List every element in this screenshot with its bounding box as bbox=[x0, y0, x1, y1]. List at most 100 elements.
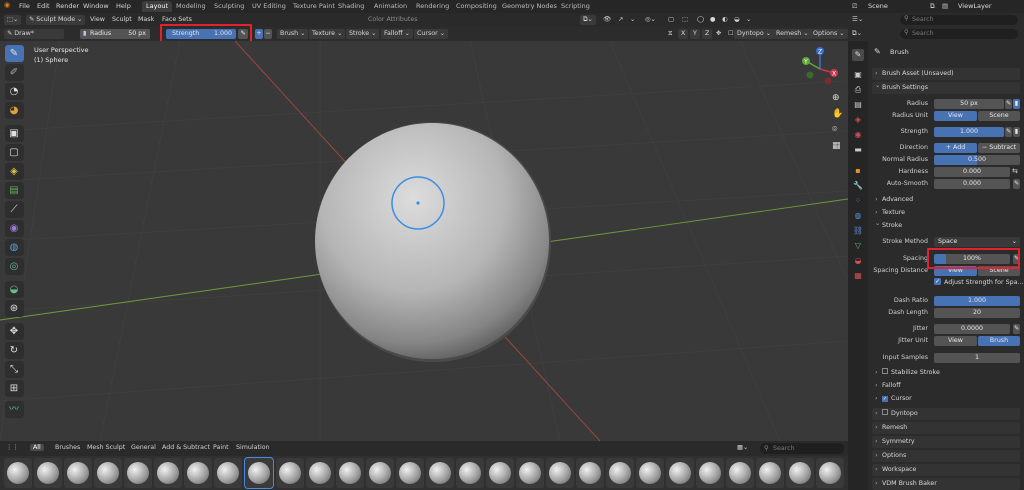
strength-link-icon[interactable]: ▮ bbox=[1013, 127, 1020, 137]
hardness-invert-icon[interactable]: ⇆ bbox=[1012, 167, 1018, 175]
radius-lock-icon[interactable]: ▮ bbox=[1013, 99, 1020, 109]
brush-thumb[interactable] bbox=[726, 458, 754, 488]
dyntopo-panel[interactable]: Dyntopo bbox=[872, 408, 1020, 420]
overlays-icon[interactable]: ◎⌄ bbox=[645, 15, 656, 25]
shelf-tab-paint[interactable]: Paint bbox=[213, 444, 229, 451]
brush-thumb[interactable] bbox=[696, 458, 724, 488]
brush-thumb[interactable] bbox=[516, 458, 544, 488]
brush-thumb[interactable] bbox=[34, 458, 62, 488]
brush-thumb[interactable] bbox=[366, 458, 394, 488]
box-mask-tool[interactable]: ▣ bbox=[5, 125, 24, 142]
scene-tab-icon[interactable]: ◈ bbox=[852, 114, 864, 126]
workspace-tab-uv-editing[interactable]: UV Editing bbox=[248, 1, 290, 12]
mask-by-color-tool[interactable]: ⊛ bbox=[5, 300, 24, 317]
brush-thumb-selected-draw[interactable] bbox=[244, 457, 274, 489]
box-trim-tool[interactable]: ▤ bbox=[5, 182, 24, 199]
cursor-menu-dropdown[interactable]: Cursor ⌄ bbox=[414, 29, 448, 39]
stabilize-stroke-panel[interactable]: Stabilize Stroke bbox=[872, 367, 1020, 379]
shelf-tab-brushes[interactable]: Brushes bbox=[55, 444, 80, 451]
constraints-tab-icon[interactable]: ⛓ bbox=[852, 225, 864, 237]
modifier-tab-icon[interactable]: 🔧 bbox=[852, 180, 864, 192]
adjust-strength-checkbox[interactable]: ✓ bbox=[934, 278, 941, 285]
dash-length-field[interactable]: 20 bbox=[934, 308, 1020, 318]
brush-asset-panel[interactable]: Brush Asset (Unsaved) bbox=[872, 68, 1020, 80]
normal-radius-field[interactable]: 0.500 bbox=[934, 155, 1020, 165]
box-hide-tool[interactable]: ▢ bbox=[5, 144, 24, 161]
symmetry-panel[interactable]: Symmetry bbox=[872, 436, 1020, 448]
brush-thumb[interactable] bbox=[576, 458, 604, 488]
symmetry-y-toggle[interactable]: Y bbox=[690, 29, 700, 39]
radius-field[interactable]: ▮ Radius 50 px bbox=[80, 29, 150, 39]
menu-edit[interactable]: Edit bbox=[37, 2, 50, 10]
pan-hand-icon[interactable]: ✋ bbox=[832, 109, 843, 119]
render-tab-icon[interactable]: ▣ bbox=[852, 69, 864, 81]
cursor-checkbox[interactable]: ✓ bbox=[882, 396, 888, 402]
workspace-tab-scripting[interactable]: Scripting bbox=[557, 1, 594, 12]
xray-toggle-icon[interactable]: ⬚ bbox=[682, 15, 688, 25]
gizmo-icon[interactable]: ↗ bbox=[618, 15, 623, 25]
options-panel[interactable]: Options bbox=[872, 450, 1020, 462]
wireframe-shading-icon[interactable]: ◯ bbox=[697, 15, 704, 25]
camera-icon[interactable]: ⌾ bbox=[832, 125, 837, 135]
shelf-tab-mesh-sculpt[interactable]: Mesh Sculpt bbox=[87, 444, 125, 451]
stroke-menu-dropdown[interactable]: Stroke ⌄ bbox=[346, 29, 380, 39]
brush-thumb[interactable] bbox=[426, 458, 454, 488]
advanced-panel[interactable]: Advanced bbox=[872, 194, 1020, 206]
brush-thumb[interactable] bbox=[816, 458, 844, 488]
color-paint-tool[interactable]: ◕ bbox=[5, 102, 24, 119]
brush-thumb[interactable] bbox=[94, 458, 122, 488]
brush-thumb[interactable] bbox=[456, 458, 484, 488]
brush-thumb[interactable] bbox=[336, 458, 364, 488]
menu-render[interactable]: Render bbox=[56, 2, 79, 10]
edit-face-set-tool[interactable]: ◒ bbox=[5, 281, 24, 298]
brush-thumb[interactable] bbox=[606, 458, 634, 488]
annotate-tool[interactable]: 〰 bbox=[5, 401, 24, 418]
vdm-brush-baker-panel[interactable]: VDM Brush Baker bbox=[872, 478, 1020, 490]
view-layer-name[interactable]: ViewLayer bbox=[958, 2, 992, 10]
workspace-tab-texture-paint[interactable]: Texture Paint bbox=[289, 1, 339, 12]
paint-tool[interactable]: ✐ bbox=[5, 64, 24, 81]
workspace-tab-compositing[interactable]: Compositing bbox=[452, 1, 501, 12]
workspace-panel[interactable]: Workspace bbox=[872, 464, 1020, 476]
workspace-tab-modeling[interactable]: Modeling bbox=[172, 1, 210, 12]
properties-search-input[interactable]: ⚲ Search bbox=[900, 29, 1018, 39]
strength-field[interactable]: 1.000 bbox=[934, 127, 1004, 137]
brush-thumb[interactable] bbox=[786, 458, 814, 488]
gizmo-dropdown[interactable]: ⌄ bbox=[630, 15, 635, 25]
radius-field[interactable]: 50 px bbox=[934, 99, 1004, 109]
subtract-direction-icon[interactable]: − bbox=[264, 29, 272, 39]
jitter-field[interactable]: 0.0000 bbox=[934, 324, 1010, 334]
cursor-panel[interactable]: ✓Cursor bbox=[872, 393, 1020, 405]
symmetry-x-toggle[interactable]: X bbox=[678, 29, 689, 39]
scene-name[interactable]: Scene bbox=[868, 2, 888, 10]
symmetry-settings-icon[interactable]: ✥ bbox=[716, 29, 721, 39]
brush-thumb[interactable] bbox=[756, 458, 784, 488]
texture-panel[interactable]: Texture bbox=[872, 207, 1020, 219]
shelf-tab-all[interactable]: All bbox=[30, 444, 44, 451]
brush-thumb[interactable] bbox=[396, 458, 424, 488]
menu-sculpt[interactable]: Sculpt bbox=[112, 15, 132, 25]
shelf-tab-simulation[interactable]: Simulation bbox=[236, 444, 270, 451]
workspace-tab-sculpting[interactable]: Sculpting bbox=[210, 1, 248, 12]
draw-tool[interactable]: ✎ bbox=[5, 45, 24, 62]
collection-tab-icon[interactable]: ▬ bbox=[852, 144, 864, 156]
view-layer-icon[interactable]: ▤ bbox=[942, 2, 948, 10]
solid-shading-icon[interactable]: ● bbox=[710, 15, 716, 25]
brush-thumb[interactable] bbox=[64, 458, 92, 488]
xray-icon[interactable]: ▢ bbox=[668, 15, 674, 25]
remesh-panel[interactable]: Remesh bbox=[872, 422, 1020, 434]
brush-thumb[interactable] bbox=[4, 458, 32, 488]
sphere-object[interactable] bbox=[315, 123, 549, 359]
material-tab-icon[interactable]: ◒ bbox=[852, 255, 864, 267]
transform-tool[interactable]: ⊞ bbox=[5, 380, 24, 397]
menu-file[interactable]: File bbox=[19, 2, 30, 10]
input-samples-field[interactable]: 1 bbox=[934, 353, 1020, 363]
dyntopo-panel-checkbox[interactable] bbox=[882, 409, 888, 415]
stroke-method-dropdown[interactable]: Space ⌄ bbox=[934, 237, 1020, 247]
face-set-tool[interactable]: ◈ bbox=[5, 163, 24, 180]
menu-help[interactable]: Help bbox=[116, 2, 131, 10]
physics-tab-icon[interactable]: ◍ bbox=[852, 210, 864, 222]
menu-mask[interactable]: Mask bbox=[138, 15, 154, 25]
rendered-shading-icon[interactable]: ◒ bbox=[734, 15, 740, 25]
zoom-icon[interactable]: ⊕ bbox=[832, 93, 840, 103]
